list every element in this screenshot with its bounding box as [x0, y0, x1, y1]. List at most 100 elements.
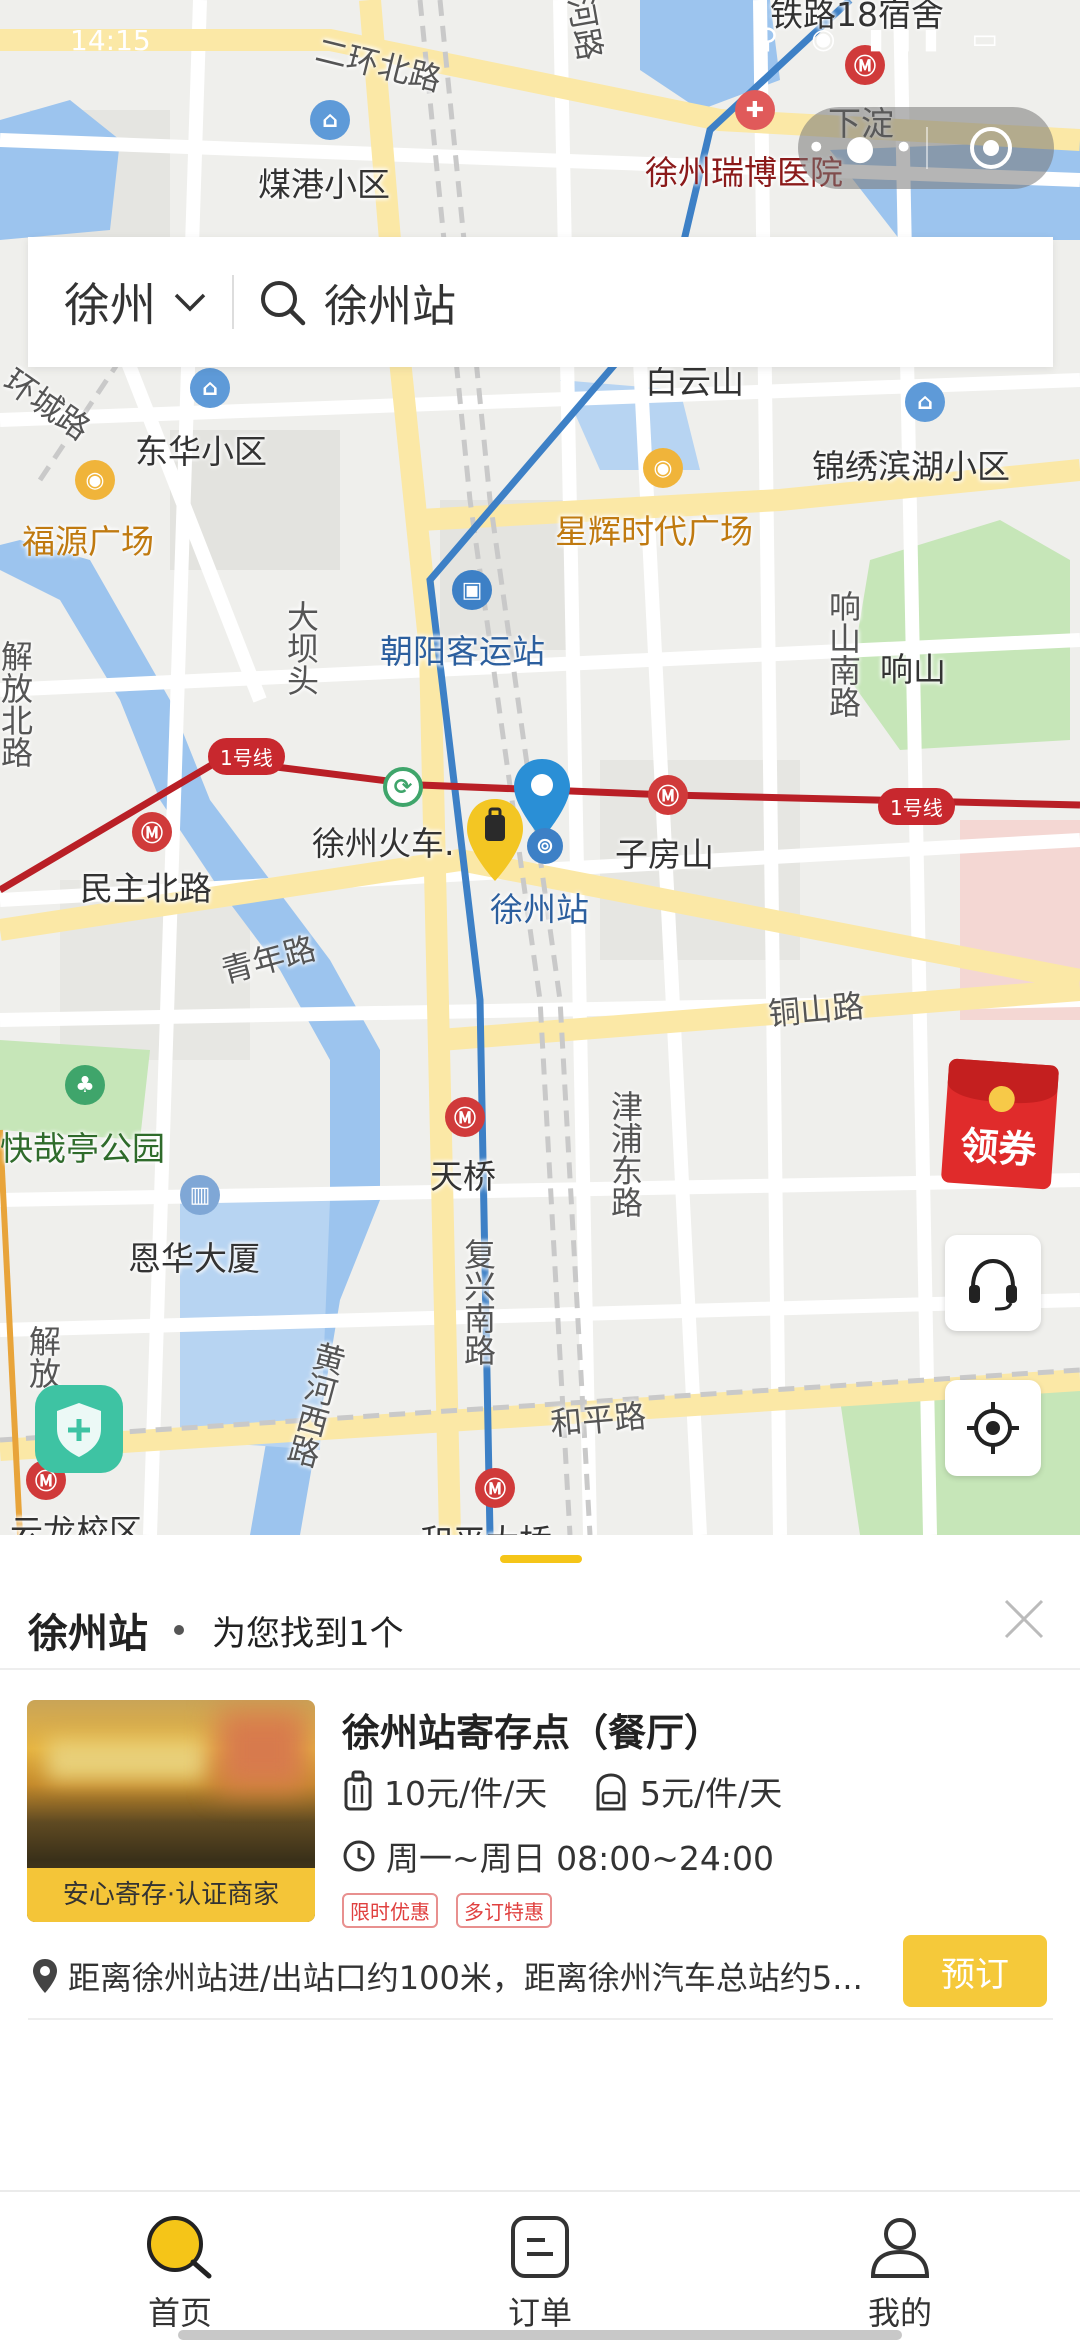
search-icon: [261, 281, 306, 326]
map-label: 徐州站: [490, 890, 589, 929]
map-label-road: 解放: [24, 1325, 62, 1389]
shop-photo: 安心寄存·认证商家: [27, 1700, 315, 1922]
metro-line-badge: 1号线: [208, 738, 285, 775]
map-label-road: 复兴南路: [459, 1238, 497, 1366]
coupon-button[interactable]: 领券: [940, 1058, 1060, 1190]
tab-home[interactable]: 首页: [80, 2214, 280, 2334]
map-label: 徐州火车.: [312, 824, 455, 863]
city-selector[interactable]: 徐州: [64, 269, 210, 335]
price-large: 10元/件/天: [342, 1767, 547, 1815]
separator-dot: [174, 1625, 184, 1635]
photo-blur: [47, 1740, 207, 1780]
price-large-text: 10元/件/天: [384, 1774, 548, 1813]
results-sheet: 徐州站 为您找到1个 安心寄存·认证商家 徐州站寄存点（餐厅） 10元/件/天: [0, 1535, 1080, 2190]
metro-station-icon[interactable]: Ⓜ: [445, 1097, 485, 1137]
status-bar: 14:15 ⚲ ◉ ▮▮▮ ▭: [0, 0, 1080, 80]
backpack-icon: [596, 1773, 626, 1811]
tab-profile[interactable]: 我的: [800, 2214, 1000, 2334]
price-small-text: 5元/件/天: [640, 1774, 783, 1813]
park-poi-icon[interactable]: ♣: [65, 1065, 105, 1105]
search-bar: 徐州 徐州站: [28, 237, 1053, 367]
map-label: 快哉亭公园: [0, 1129, 165, 1168]
map-label: 福源广场: [22, 522, 154, 561]
transfer-station-icon[interactable]: ⟳: [383, 767, 423, 807]
bus-station-icon[interactable]: ▣: [452, 570, 492, 610]
customer-service-button[interactable]: [945, 1235, 1041, 1331]
results-title: 徐州站: [28, 1611, 148, 1657]
coin-icon: [987, 1085, 1016, 1113]
metro-station-icon[interactable]: Ⓜ: [648, 775, 688, 815]
map-label: 子房山: [615, 835, 714, 874]
user-icon: [870, 2218, 930, 2278]
distance-text: 距离徐州站进/出站口约100米，距离徐州汽车总站约5...: [68, 1959, 863, 1997]
divider: [28, 2018, 1053, 2020]
miniprogram-capsule: • ● •: [798, 107, 1054, 189]
location-pin-icon: [33, 1959, 57, 1993]
railway-station-icon[interactable]: ⊚: [527, 828, 563, 864]
metro-station-icon[interactable]: Ⓜ: [132, 812, 172, 852]
map-view[interactable]: ⌂ ✚ Ⓜ ⌂ ⌂ ◉ ◉ ▣ ⟳ Ⓜ Ⓜ Ⓜ Ⓜ Ⓜ ♣ ▥ 1号线 1号线 …: [0, 0, 1080, 1535]
chevron-down-icon: [174, 293, 206, 312]
hospital-poi-icon[interactable]: ✚: [735, 90, 775, 130]
map-label-road: 解放北路: [0, 640, 34, 768]
luggage-storage-marker-icon[interactable]: [463, 795, 527, 885]
opening-hours: 周一~周日 08:00~24:00: [342, 1832, 774, 1880]
shopping-poi-icon[interactable]: ◉: [75, 460, 115, 500]
status-icons: ⚲ ◉ ▮▮▮ ▭: [757, 22, 1010, 55]
residential-poi-icon[interactable]: ⌂: [905, 382, 945, 422]
search-divider: [232, 275, 234, 329]
results-count: 为您找到1个: [212, 1613, 404, 1654]
map-label-road: 津浦东路: [606, 1090, 644, 1218]
map-label: 恩华大厦: [128, 1239, 260, 1278]
coupon-label: 领券: [958, 1123, 1038, 1173]
book-button[interactable]: 预订: [903, 1935, 1047, 2007]
crosshair-icon: [967, 1402, 1019, 1454]
residential-poi-icon[interactable]: ⌂: [190, 368, 230, 408]
map-label: 天桥: [430, 1157, 496, 1196]
map-label-road: 和平路: [548, 1396, 648, 1444]
map-label-road: 铜山路: [766, 986, 866, 1034]
status-time: 14:15: [70, 24, 151, 57]
bottom-tab-bar: 首页 订单 我的: [0, 2190, 1080, 2342]
shop-name: 徐州站寄存点（餐厅）: [342, 1711, 723, 1755]
metro-station-icon[interactable]: Ⓜ: [475, 1468, 515, 1508]
results-header: 徐州站 为您找到1个: [28, 1590, 1058, 1670]
tab-home-label: 首页: [147, 2294, 212, 2332]
map-label-road: 响山南路: [824, 590, 862, 718]
map-label: 星辉时代广场: [555, 512, 753, 551]
map-label: 锦绣滨湖小区: [812, 447, 1010, 486]
suitcase-icon: [344, 1770, 372, 1811]
promo-tag: 多订特惠: [456, 1893, 552, 1928]
building-poi-icon[interactable]: ▥: [180, 1175, 220, 1215]
residential-poi-icon[interactable]: ⌂: [310, 100, 350, 140]
distance-info: 距离徐州站进/出站口约100米，距离徐州汽车总站约5...: [30, 1953, 890, 1999]
map-label: 东华小区: [135, 432, 267, 471]
shield-plus-icon: [57, 1403, 101, 1457]
tab-profile-label: 我的: [867, 2294, 932, 2332]
shopping-poi-icon[interactable]: ◉: [643, 448, 683, 488]
tab-orders[interactable]: 订单: [440, 2214, 640, 2334]
map-label: 民主北路: [80, 869, 212, 908]
map-label: 朝阳客运站: [380, 632, 545, 671]
price-small: 5元/件/天: [592, 1767, 782, 1815]
close-miniprogram-icon[interactable]: [928, 124, 1054, 172]
divider: [0, 1668, 1080, 1670]
certified-badge: 安心寄存·认证商家: [27, 1868, 315, 1922]
opening-hours-text: 周一~周日 08:00~24:00: [386, 1839, 774, 1878]
orders-icon: [511, 2216, 569, 2278]
clock-icon: [343, 1840, 375, 1872]
system-home-indicator[interactable]: [178, 2330, 902, 2340]
more-menu-icon[interactable]: • ● •: [798, 128, 926, 168]
sheet-drag-handle[interactable]: [500, 1555, 582, 1563]
photo-blur: [217, 1710, 307, 1790]
tab-orders-label: 订单: [507, 2294, 572, 2332]
map-label-road: 大坝头: [282, 600, 320, 696]
locate-me-button[interactable]: [945, 1380, 1041, 1476]
search-input[interactable]: 徐州站: [324, 270, 456, 334]
close-icon[interactable]: [1000, 1595, 1048, 1643]
map-label: 云龙校区: [10, 1512, 142, 1535]
promo-tag: 限时优惠: [342, 1893, 438, 1928]
city-name: 徐州: [64, 278, 156, 332]
safety-shield-button[interactable]: [35, 1385, 123, 1473]
map-label: 响山: [880, 650, 946, 689]
